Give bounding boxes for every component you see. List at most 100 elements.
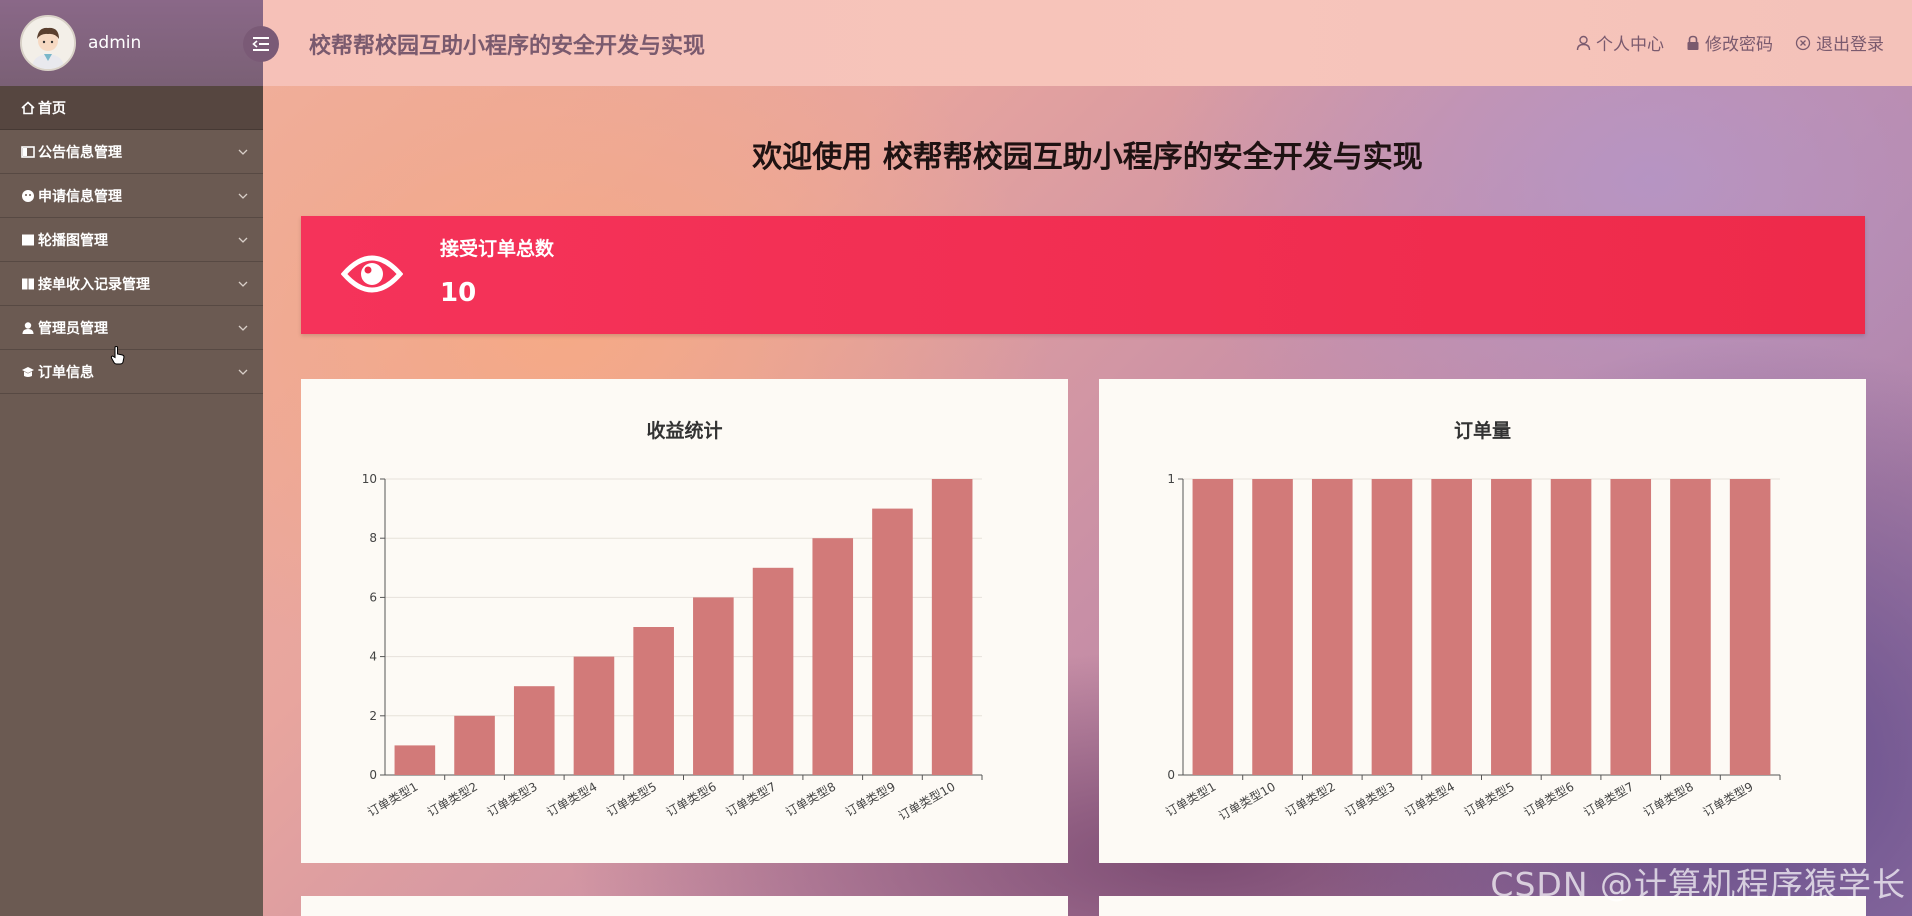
change-password-link[interactable]: 修改密码	[1686, 30, 1773, 55]
bar[interactable]	[394, 745, 436, 775]
bar[interactable]	[693, 597, 734, 775]
sidebar: admin 首页 公告信息管理 申请信息管理 轮播图管理 接单收入记录管理 管理…	[0, 0, 263, 916]
nav-label: 公告信息管理	[38, 144, 122, 161]
nav-item-carousel[interactable]: 轮播图管理	[0, 218, 263, 262]
x-tick-label: 订单类型6	[664, 779, 719, 819]
nav-item-applications[interactable]: 申请信息管理	[0, 174, 263, 218]
user-icon	[1576, 35, 1591, 50]
income-bar-chart: 0246810订单类型1 订单类型2 订单类型3 订单类型4 订单类型5 订单类型6 订单类…	[362, 472, 983, 823]
x-tick-label: 订单类型3	[485, 779, 540, 819]
bar[interactable]	[573, 656, 615, 775]
logout-label: 退出登录	[1816, 35, 1884, 55]
nav-label: 轮播图管理	[38, 232, 108, 249]
nav-label: 管理员管理	[38, 320, 108, 337]
chevron-down-icon	[238, 149, 248, 155]
order-count-chart-card: 订单量 0 1 订单类型1 订单类型10 订单类型2 订单类型3 订单类型4 订单类型5 订单类…	[1099, 379, 1866, 863]
home-icon	[20, 100, 36, 116]
y-tick-label: 10	[362, 472, 377, 486]
nav-item-orders[interactable]: 订单信息	[0, 350, 263, 394]
income-chart-card: 收益统计 0 2 4 6 8 10 订单类型1 订单类型2 订单类型3 订单类型4 订单类型5 订单类…	[301, 379, 1068, 863]
profile-link-label: 个人中心	[1596, 35, 1664, 55]
notice-icon	[20, 144, 36, 160]
chevron-down-icon	[238, 369, 248, 375]
lock-icon	[1687, 35, 1699, 50]
y-tick-label: 2	[369, 709, 377, 723]
bar[interactable]	[812, 538, 854, 775]
profile-link[interactable]: 个人中心	[1576, 30, 1664, 55]
order-count-bar-chart: 01订单类型1订单类型10 订单类型2 订单类型3 订单类型4 订单类型5 订单类型6 订单…	[1163, 472, 1781, 823]
y-tick-label: 4	[369, 650, 377, 664]
y-tick-label: 1	[1167, 472, 1175, 486]
eye-icon	[340, 246, 404, 306]
close-circle-icon	[1795, 35, 1811, 50]
nav-item-announcements[interactable]: 公告信息管理	[0, 130, 263, 174]
menu-collapse-icon	[252, 37, 269, 51]
x-tick-label: 订单类型9	[843, 779, 898, 819]
bar[interactable]	[872, 508, 913, 775]
x-tick-label: 订单类型6	[1521, 779, 1576, 819]
watermark: CSDN @计算机程序猿学长	[1490, 865, 1906, 904]
y-tick-label: 8	[369, 531, 377, 545]
stat-value: 10	[440, 278, 477, 308]
chart-card-partial	[301, 896, 1068, 916]
image-icon	[20, 232, 36, 248]
nav-item-income-records[interactable]: 接单收入记录管理	[0, 262, 263, 306]
x-tick-label: 订单类型5	[604, 779, 659, 819]
nav-label: 申请信息管理	[38, 188, 122, 205]
bar[interactable]	[513, 686, 555, 775]
user-panel: admin	[0, 0, 263, 86]
x-tick-label: 订单类型4	[544, 779, 599, 819]
x-tick-label: 订单类型8	[1641, 779, 1696, 819]
top-header: 校帮帮校园互助小程序的安全开发与实现 个人中心 修改密码 退出登录	[243, 0, 1912, 86]
nav-label: 订单信息	[38, 364, 94, 381]
y-tick-label: 6	[369, 590, 377, 604]
circle-icon	[20, 188, 36, 204]
x-tick-label: 订单类型5	[1462, 779, 1517, 819]
user-icon	[20, 320, 36, 336]
x-tick-label: 订单类型4	[1402, 779, 1457, 819]
x-tick-label: 订单类型2	[1283, 779, 1338, 819]
bar[interactable]	[1431, 479, 1472, 775]
x-tick-label: 订单类型9	[1700, 779, 1755, 819]
grid-icon	[20, 276, 36, 292]
nav-item-admins[interactable]: 管理员管理	[0, 306, 263, 350]
x-tick-label: 订单类型7	[1581, 779, 1636, 819]
order-total-card: 接受订单总数 10	[301, 216, 1865, 334]
chevron-down-icon	[238, 237, 248, 243]
avatar[interactable]	[20, 15, 76, 71]
bar[interactable]	[454, 715, 495, 775]
chevron-down-icon	[238, 325, 248, 331]
mouse-cursor-icon	[110, 346, 126, 370]
bar[interactable]	[1192, 479, 1234, 775]
bar[interactable]	[1550, 479, 1592, 775]
username: admin	[88, 33, 142, 53]
graduation-cap-icon	[20, 364, 36, 380]
chevron-down-icon	[238, 193, 248, 199]
bar[interactable]	[1311, 479, 1353, 775]
bar[interactable]	[633, 627, 674, 775]
x-tick-label: 订单类型8	[783, 779, 838, 819]
bar[interactable]	[931, 479, 973, 775]
bar[interactable]	[752, 567, 794, 775]
x-tick-label: 订单类型3	[1342, 779, 1397, 819]
change-password-label: 修改密码	[1705, 35, 1773, 55]
bar[interactable]	[1491, 479, 1532, 775]
menu-toggle-button[interactable]	[243, 26, 279, 62]
nav-label: 接单收入记录管理	[38, 276, 150, 293]
bar[interactable]	[1371, 479, 1413, 775]
logout-link[interactable]: 退出登录	[1795, 30, 1884, 55]
chevron-down-icon	[238, 281, 248, 287]
header-links: 个人中心 修改密码 退出登录	[1576, 30, 1884, 55]
app-title: 校帮帮校园互助小程序的安全开发与实现	[309, 34, 706, 59]
x-tick-label: 订单类型10	[1216, 779, 1278, 823]
bar[interactable]	[1610, 479, 1652, 775]
bar[interactable]	[1729, 479, 1771, 775]
x-tick-label: 订单类型1	[365, 779, 420, 819]
x-tick-label: 订单类型1	[1163, 779, 1218, 819]
bar[interactable]	[1670, 479, 1711, 775]
stat-label: 接受订单总数	[440, 238, 555, 260]
y-tick-label: 0	[1167, 768, 1175, 782]
nav-item-home[interactable]: 首页	[0, 86, 263, 130]
bar[interactable]	[1252, 479, 1293, 775]
x-tick-label: 订单类型7	[723, 779, 778, 819]
